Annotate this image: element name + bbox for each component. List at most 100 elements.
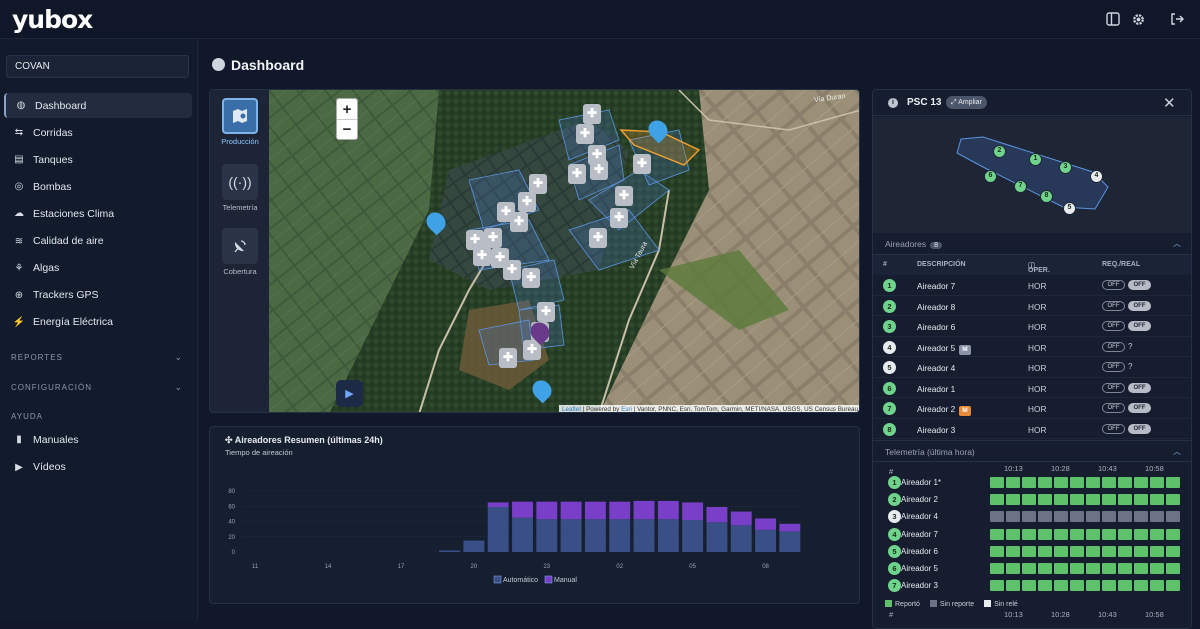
bar-automático-03[interactable] xyxy=(633,519,655,552)
telemetry-cell[interactable] xyxy=(1054,511,1068,523)
telemetry-cell[interactable] xyxy=(1118,563,1132,574)
telemetry-cell[interactable] xyxy=(1054,477,1068,488)
telemetry-cell[interactable] xyxy=(1166,580,1180,592)
aerator-marker-icon[interactable]: ✚ xyxy=(484,228,502,248)
telemetry-cell[interactable] xyxy=(1038,477,1052,488)
bar-manual-01[interactable] xyxy=(584,501,606,520)
tab-produccion[interactable]: Producción xyxy=(217,98,263,146)
telemetry-cell[interactable] xyxy=(1038,563,1052,574)
bar-manual-09[interactable] xyxy=(779,523,801,532)
sidebar-item-estaciones-clima[interactable]: ☁ Estaciones Clima xyxy=(4,201,192,226)
telemetry-cell[interactable] xyxy=(1086,477,1100,488)
req-toggle[interactable]: OFF xyxy=(1102,403,1125,413)
telemetry-cell[interactable] xyxy=(1070,580,1084,592)
telemetry-cell[interactable] xyxy=(1070,494,1084,506)
bar-automático-19[interactable] xyxy=(439,550,461,552)
leaflet-link[interactable]: Leaflet xyxy=(562,406,581,412)
table-row[interactable]: 4 Aireador 5 M HOR OFF? xyxy=(873,337,1191,357)
telemetry-cell[interactable] xyxy=(1070,563,1084,574)
telemetry-cell[interactable] xyxy=(1022,494,1036,506)
sidebar-item-tanques[interactable]: ▤ Tanques xyxy=(4,147,192,172)
aerator-marker-icon[interactable]: ✚ xyxy=(510,212,528,232)
telemetry-cell[interactable] xyxy=(1086,528,1100,540)
table-row[interactable]: 8 Aireador 3 HOR OFF OFF xyxy=(873,419,1191,439)
telemetry-cell[interactable] xyxy=(1006,545,1020,557)
telemetry-cell[interactable] xyxy=(1166,528,1180,540)
bar-automático-07[interactable] xyxy=(730,525,752,552)
legend-swatch-automático[interactable] xyxy=(493,575,502,584)
close-icon[interactable]: ✕ xyxy=(1163,94,1176,112)
sidebar-item-trackers-gps[interactable]: ⊕ Trackers GPS xyxy=(4,283,192,308)
telemetry-cell[interactable] xyxy=(1150,528,1164,540)
telemetry-cell[interactable] xyxy=(1054,563,1068,574)
aerator-marker-icon[interactable]: ✚ xyxy=(499,348,517,368)
bar-automático-01[interactable] xyxy=(584,519,606,552)
esri-link[interactable]: Esri xyxy=(621,406,632,412)
pond-node-8[interactable]: 8 xyxy=(1040,190,1053,203)
telemetry-cell[interactable] xyxy=(1022,477,1036,488)
logout-icon[interactable] xyxy=(1168,10,1186,28)
bar-automático-20[interactable] xyxy=(463,540,485,552)
bar-automático-08[interactable] xyxy=(755,529,776,552)
telemetry-cell[interactable] xyxy=(1086,511,1100,523)
telemetry-cell[interactable] xyxy=(1086,494,1100,506)
telemetry-cell[interactable] xyxy=(1166,511,1180,523)
telemetry-cell[interactable] xyxy=(1102,477,1116,488)
aerator-marker-icon[interactable]: ✚ xyxy=(589,228,607,248)
play-button[interactable]: ▶ xyxy=(336,380,363,407)
bar-automático-04[interactable] xyxy=(657,519,679,552)
bar-automático-00[interactable] xyxy=(560,519,582,552)
telemetry-cell[interactable] xyxy=(1118,511,1132,523)
telemetry-cell[interactable] xyxy=(1150,494,1164,506)
legend-label-manual[interactable]: Manual xyxy=(554,577,577,584)
bar-manual-22[interactable] xyxy=(512,501,533,518)
telemetry-cell[interactable] xyxy=(1006,511,1020,523)
aerator-marker-icon[interactable]: ✚ xyxy=(518,192,536,212)
tab-telemetria[interactable]: ((·)) Telemetría xyxy=(217,164,263,212)
telemetria-section-header[interactable]: Telemetría (última hora) ︿ xyxy=(873,440,1191,462)
aerator-marker-icon[interactable]: ✚ xyxy=(537,302,555,322)
req-toggle[interactable]: OFF xyxy=(1102,382,1125,393)
telemetry-cell[interactable] xyxy=(1134,477,1148,488)
telemetry-cell[interactable] xyxy=(1166,477,1180,488)
sidebar-item-vídeos[interactable]: ▶ Vídeos xyxy=(4,455,192,480)
telemetry-cell[interactable] xyxy=(1134,494,1148,506)
req-toggle[interactable]: OFF xyxy=(1102,321,1125,331)
bar-automático-02[interactable] xyxy=(609,519,631,552)
table-row[interactable]: 2 Aireador 8 HOR OFF OFF xyxy=(873,296,1191,316)
organization-selector[interactable]: COVAN xyxy=(6,55,189,78)
table-row[interactable]: 5 Aireador 4 HOR OFF? xyxy=(873,357,1191,378)
sidebar-item-dashboard[interactable]: ◍ Dashboard xyxy=(4,93,192,118)
telemetry-cell[interactable] xyxy=(1006,580,1020,592)
telemetry-cell[interactable] xyxy=(990,511,1004,523)
pond-node-5[interactable]: 5 xyxy=(1063,202,1076,215)
aerator-marker-icon[interactable]: ✚ xyxy=(615,186,633,206)
req-toggle[interactable]: OFF xyxy=(1102,423,1125,434)
telemetry-cell[interactable] xyxy=(1102,528,1116,540)
section-configuracion[interactable]: CONFIGURACIÓN ⌄ xyxy=(11,382,186,392)
telemetry-cell[interactable] xyxy=(1102,563,1116,574)
telemetry-cell[interactable] xyxy=(1054,528,1068,540)
req-toggle[interactable]: OFF xyxy=(1102,341,1125,352)
bar-manual-06[interactable] xyxy=(706,507,728,523)
telemetry-cell[interactable] xyxy=(1086,545,1100,557)
bar-manual-00[interactable] xyxy=(560,501,582,520)
bar-automático-06[interactable] xyxy=(706,522,728,552)
bar-automático-05[interactable] xyxy=(682,519,704,552)
zoom-out-button[interactable]: − xyxy=(337,119,357,139)
aireadores-section-header[interactable]: Aireadores 8 ︿ xyxy=(873,233,1191,255)
telemetry-cell[interactable] xyxy=(1022,563,1036,574)
zoom-in-button[interactable]: + xyxy=(337,99,357,119)
sidebar-toggle-icon[interactable] xyxy=(1104,10,1122,28)
sidebar-item-manuales[interactable]: ▮ Manuales xyxy=(4,427,192,452)
telemetry-cell[interactable] xyxy=(1070,528,1084,540)
telemetry-cell[interactable] xyxy=(1006,477,1020,488)
tab-cobertura[interactable]: Cobertura xyxy=(217,228,263,276)
sidebar-item-calidad-de-aire[interactable]: ≋ Calidad de aire xyxy=(4,229,192,254)
req-toggle[interactable]: OFF xyxy=(1102,280,1125,290)
telemetry-cell[interactable] xyxy=(990,580,1004,592)
table-row[interactable]: 7 Aireador 2 M HOR OFF OFF xyxy=(873,398,1191,419)
aerator-marker-icon[interactable]: ✚ xyxy=(522,268,540,288)
bar-manual-07[interactable] xyxy=(730,511,752,526)
telemetry-cell[interactable] xyxy=(1054,494,1068,506)
